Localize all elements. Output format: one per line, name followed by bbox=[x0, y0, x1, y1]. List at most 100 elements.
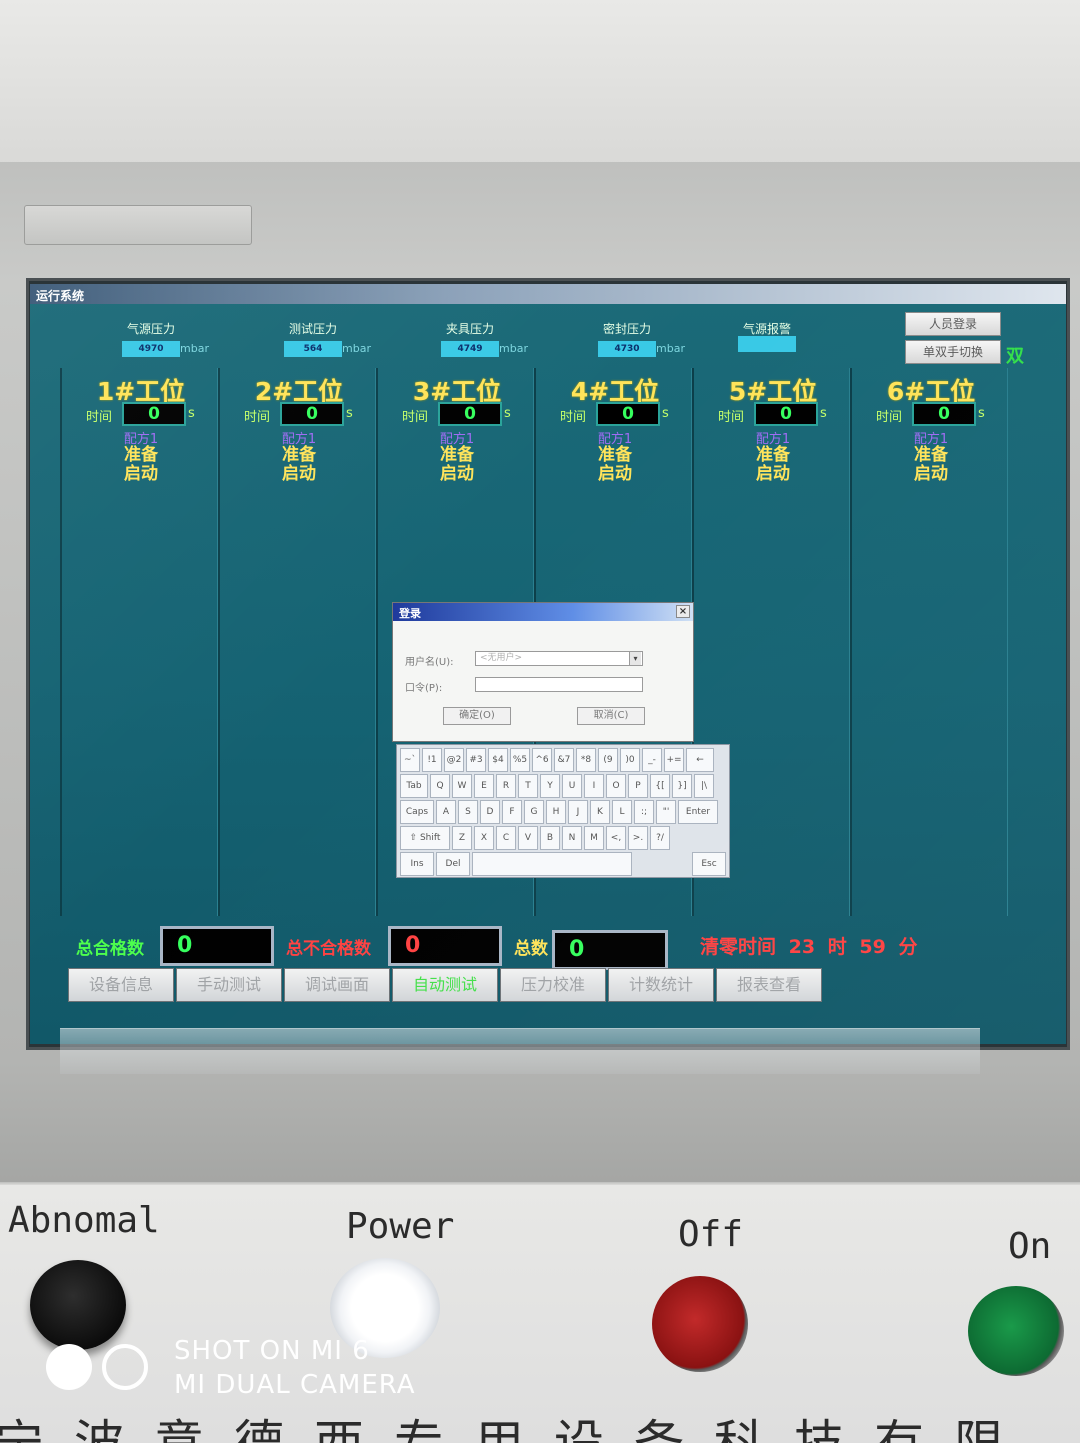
key[interactable]: )0 bbox=[620, 748, 640, 772]
key[interactable]: O bbox=[606, 774, 626, 798]
key[interactable]: K bbox=[590, 800, 610, 824]
nav-device-info[interactable]: 设备信息 bbox=[68, 968, 174, 1002]
key[interactable]: V bbox=[518, 826, 538, 850]
status-line-1: 准备 bbox=[440, 445, 474, 465]
key[interactable]: X bbox=[474, 826, 494, 850]
key[interactable]: }] bbox=[672, 774, 692, 798]
key[interactable]: B bbox=[540, 826, 560, 850]
gauge-seal-pressure: 密封压力 4730 mbar bbox=[572, 322, 685, 357]
key[interactable]: #3 bbox=[466, 748, 486, 772]
key[interactable]: D bbox=[480, 800, 500, 824]
nav-report-view[interactable]: 报表查看 bbox=[716, 968, 822, 1002]
nav-debug-screen[interactable]: 调试画面 bbox=[284, 968, 390, 1002]
key[interactable]: Z bbox=[452, 826, 472, 850]
key[interactable]: M bbox=[584, 826, 604, 850]
nav-pressure-calibration[interactable]: 压力校准 bbox=[500, 968, 606, 1002]
key[interactable]: S bbox=[458, 800, 478, 824]
key[interactable]: Y bbox=[540, 774, 560, 798]
tab-key[interactable]: Tab bbox=[400, 774, 428, 798]
clear-time-label: 清零时间 bbox=[700, 936, 777, 958]
dialog-title: 登录 bbox=[399, 607, 421, 620]
camera-watermark: SHOT ON MI 6 MI DUAL CAMERA bbox=[46, 1336, 426, 1406]
key[interactable]: J bbox=[568, 800, 588, 824]
key[interactable]: C bbox=[496, 826, 516, 850]
off-button[interactable] bbox=[652, 1276, 748, 1372]
shift-key[interactable]: ⇧ Shift bbox=[400, 826, 450, 850]
nav-auto-test[interactable]: 自动测试 bbox=[392, 968, 498, 1002]
username-select[interactable]: <无用户> ▾ bbox=[475, 651, 643, 666]
key[interactable]: T bbox=[518, 774, 538, 798]
ins-key[interactable]: Ins bbox=[400, 852, 434, 876]
key[interactable]: H bbox=[546, 800, 566, 824]
hand-mode-switch-button[interactable]: 单双手切换 bbox=[905, 340, 1001, 364]
key[interactable]: L bbox=[612, 800, 632, 824]
esc-key[interactable]: Esc bbox=[692, 852, 726, 876]
nav-manual-test[interactable]: 手动测试 bbox=[176, 968, 282, 1002]
photo-scene: { "hmi": { "window_title": "运行系统", "gaug… bbox=[0, 0, 1080, 1443]
key[interactable]: += bbox=[664, 748, 684, 772]
key[interactable]: A bbox=[436, 800, 456, 824]
key[interactable]: !1 bbox=[422, 748, 442, 772]
time-label: 时间 bbox=[402, 410, 429, 425]
key[interactable]: W bbox=[452, 774, 472, 798]
station-2: 2#工位 时间 0 s 配方1 准备 启动 bbox=[218, 368, 376, 916]
key[interactable]: N bbox=[562, 826, 582, 850]
key[interactable]: ~` bbox=[400, 748, 420, 772]
bottom-nav: 设备信息 手动测试 调试画面 自动测试 压力校准 计数统计 报表查看 bbox=[68, 968, 824, 1002]
key[interactable]: @2 bbox=[444, 748, 464, 772]
chevron-down-icon[interactable]: ▾ bbox=[629, 652, 641, 665]
gauge-label: 气源报警 bbox=[742, 322, 791, 336]
close-icon[interactable]: × bbox=[676, 605, 690, 618]
fail-count-label: 总不合格数 bbox=[286, 939, 371, 959]
on-button[interactable] bbox=[968, 1286, 1064, 1376]
key[interactable]: <, bbox=[606, 826, 626, 850]
gauge-label: 气源压力 bbox=[126, 322, 175, 336]
caps-key[interactable]: Caps bbox=[400, 800, 434, 824]
key[interactable]: R bbox=[496, 774, 516, 798]
key[interactable]: "' bbox=[656, 800, 676, 824]
key[interactable]: $4 bbox=[488, 748, 508, 772]
time-value: 0 bbox=[912, 402, 976, 426]
status-line-2: 启动 bbox=[598, 464, 632, 484]
space-key[interactable] bbox=[472, 852, 632, 876]
total-count-value: 0 bbox=[552, 930, 668, 970]
clear-hour: 23 bbox=[788, 936, 816, 958]
key[interactable]: Q bbox=[430, 774, 450, 798]
keyboard-row-4: ⇧ Shift Z X C V B N M <, >. ?/ bbox=[400, 826, 726, 850]
backspace-key[interactable]: ← bbox=[686, 748, 714, 772]
password-field[interactable] bbox=[475, 677, 643, 692]
gauge-unit: mbar bbox=[499, 342, 528, 355]
key[interactable]: P bbox=[628, 774, 648, 798]
key[interactable]: ?/ bbox=[650, 826, 670, 850]
station-6: 6#工位 时间 0 s 配方1 准备 启动 bbox=[850, 368, 1008, 916]
key[interactable]: (9 bbox=[598, 748, 618, 772]
clear-time: 清零时间 23 时 59 分 bbox=[700, 932, 923, 959]
protective-film bbox=[60, 1028, 980, 1074]
nav-count-statistics[interactable]: 计数统计 bbox=[608, 968, 714, 1002]
key[interactable]: *8 bbox=[576, 748, 596, 772]
login-button[interactable]: 人员登录 bbox=[905, 312, 1001, 336]
watermark-dot-icon bbox=[46, 1344, 92, 1390]
ok-button[interactable]: 确定(O) bbox=[443, 707, 511, 725]
key[interactable]: G bbox=[524, 800, 544, 824]
key[interactable]: {[ bbox=[650, 774, 670, 798]
key[interactable]: >. bbox=[628, 826, 648, 850]
key[interactable]: |\ bbox=[694, 774, 714, 798]
del-key[interactable]: Del bbox=[436, 852, 470, 876]
gauge-test-pressure: 测试压力 564 mbar bbox=[258, 322, 371, 357]
key[interactable]: ^6 bbox=[532, 748, 552, 772]
key[interactable]: U bbox=[562, 774, 582, 798]
pass-count-value: 0 bbox=[160, 926, 274, 966]
key[interactable]: %5 bbox=[510, 748, 530, 772]
key[interactable]: :; bbox=[634, 800, 654, 824]
company-name-plate: 宁波意德西专用设备科技有限 bbox=[0, 1404, 1034, 1443]
watermark-line-2: MI DUAL CAMERA bbox=[174, 1370, 416, 1400]
key[interactable]: I bbox=[584, 774, 604, 798]
key[interactable]: &7 bbox=[554, 748, 574, 772]
enter-key[interactable]: Enter bbox=[678, 800, 718, 824]
onscreen-keyboard: ~` !1 @2 #3 $4 %5 ^6 &7 *8 (9 )0 _- += ←… bbox=[396, 744, 730, 878]
key[interactable]: _- bbox=[642, 748, 662, 772]
key[interactable]: E bbox=[474, 774, 494, 798]
key[interactable]: F bbox=[502, 800, 522, 824]
cancel-button[interactable]: 取消(C) bbox=[577, 707, 645, 725]
